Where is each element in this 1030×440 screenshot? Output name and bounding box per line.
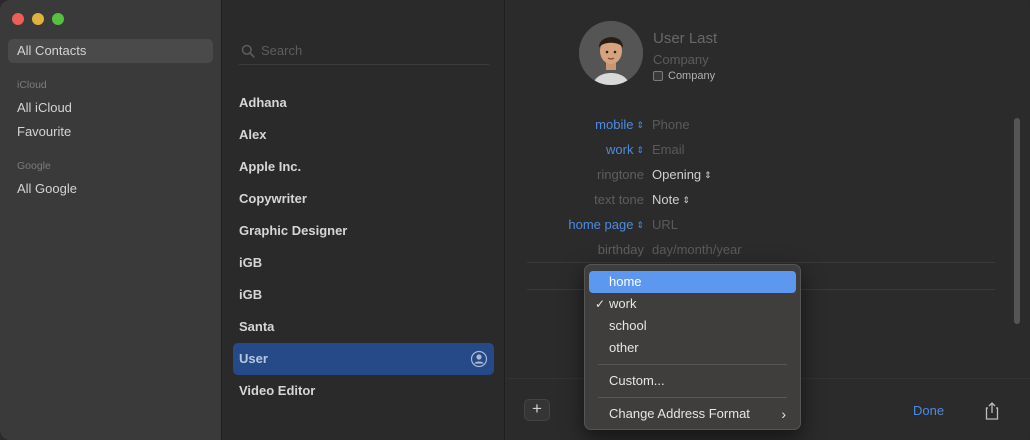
company-field[interactable]: Company	[653, 52, 709, 67]
menu-item-label: school	[609, 318, 647, 333]
sidebar-item-favourite[interactable]: Favourite	[8, 120, 213, 144]
sidebar-group-icloud: iCloud	[17, 79, 47, 91]
done-button[interactable]: Done	[913, 403, 944, 418]
chevron-updown-icon: ⇕	[636, 145, 644, 155]
search-field[interactable]: Search	[239, 38, 489, 65]
menu-item-label: home	[609, 274, 642, 289]
contact-name: User	[239, 351, 268, 366]
contact-item-selected[interactable]: User	[233, 343, 494, 375]
chevron-updown-icon: ⇕	[636, 220, 644, 230]
checkmark-icon: ✓	[595, 297, 606, 311]
field-label-birthday: birthday	[598, 242, 644, 257]
chevron-updown-icon: ⇕	[704, 170, 712, 180]
menu-item-label: Custom...	[609, 373, 665, 388]
field-value-text-tone[interactable]: Note ⇕	[652, 192, 690, 207]
chevron-updown-icon: ⇕	[682, 195, 691, 205]
label-type-menu: home ✓ work school other Custom... Chang…	[584, 264, 801, 430]
sidebar-group-google: Google	[17, 160, 51, 172]
field-value-ringtone[interactable]: Opening ⇕	[652, 167, 712, 182]
company-checkbox-label: Company	[668, 70, 716, 82]
divider	[527, 262, 995, 263]
add-button[interactable]: +	[524, 399, 550, 421]
menu-separator	[598, 364, 787, 365]
submenu-arrow-icon: ›	[781, 406, 786, 422]
menu-item-label: Change Address Format	[609, 406, 750, 421]
contact-list-pane: Search Adhana Alex Apple Inc. Copywriter…	[223, 0, 505, 440]
contact-item[interactable]: Apple Inc.	[233, 151, 494, 183]
sidebar-item-all-icloud[interactable]: All iCloud	[8, 96, 213, 120]
menu-item-other[interactable]: other	[589, 337, 796, 359]
search-icon	[241, 44, 255, 58]
sidebar-item-all-contacts[interactable]: All Contacts	[8, 39, 213, 63]
field-value-text: Note	[652, 192, 680, 207]
field-value-mobile[interactable]: Phone	[652, 117, 690, 132]
me-card-icon	[470, 350, 488, 368]
zoom-window-button[interactable]	[52, 13, 64, 25]
chevron-updown-icon: ⇕	[636, 120, 644, 130]
menu-item-change-address-format[interactable]: Change Address Format ›	[589, 403, 796, 425]
contact-item[interactable]: Graphic Designer	[233, 215, 494, 247]
field-label-text: work	[606, 142, 634, 157]
menu-separator	[598, 397, 787, 398]
field-value-home-page[interactable]: URL	[652, 217, 678, 232]
name-field[interactable]: User Last	[653, 30, 717, 47]
checkbox-box[interactable]	[653, 71, 663, 81]
field-label-text: birthday	[597, 242, 644, 257]
field-label-mobile[interactable]: mobile ⇕	[595, 117, 644, 132]
window-controls	[12, 13, 64, 25]
field-label-ringtone: ringtone	[597, 167, 644, 182]
field-value-text: Email	[652, 142, 685, 157]
menu-item-custom[interactable]: Custom...	[589, 370, 796, 392]
field-value-text: Phone	[652, 117, 690, 132]
close-window-button[interactable]	[12, 13, 24, 25]
company-checkbox[interactable]: Company	[653, 70, 715, 82]
field-value-text: URL	[652, 217, 679, 232]
field-label-text-tone: text tone	[594, 192, 644, 207]
memoji-avatar-icon	[579, 21, 643, 85]
sidebar-item-all-google[interactable]: All Google	[8, 177, 213, 201]
menu-item-label: work	[609, 296, 637, 311]
menu-item-school[interactable]: school	[589, 315, 796, 337]
field-label-text: text tone	[594, 192, 644, 207]
contact-item[interactable]: Adhana	[233, 87, 494, 119]
field-value-birthday[interactable]: day/month/year	[652, 242, 742, 257]
menu-item-label: other	[609, 340, 639, 355]
contact-item[interactable]: Santa	[233, 311, 494, 343]
contact-item[interactable]: iGB	[233, 247, 494, 279]
field-label-text: mobile	[595, 117, 634, 132]
contact-item[interactable]: Video Editor	[233, 375, 494, 407]
contacts-window: All Contacts iCloud All iCloud Favourite…	[0, 0, 1030, 440]
field-value-work[interactable]: Email	[652, 142, 685, 157]
contact-item[interactable]: Copywriter	[233, 183, 494, 215]
search-placeholder: Search	[261, 43, 303, 58]
field-label-text: ringtone	[597, 167, 644, 182]
contact-item[interactable]: Alex	[233, 119, 494, 151]
avatar[interactable]	[579, 21, 643, 85]
field-value-text: Opening	[652, 167, 702, 182]
menu-item-work[interactable]: ✓ work	[589, 293, 796, 315]
sidebar: All Contacts iCloud All iCloud Favourite…	[0, 0, 222, 440]
minimize-window-button[interactable]	[32, 13, 44, 25]
share-icon[interactable]	[984, 401, 1000, 421]
scrollbar[interactable]	[1014, 118, 1020, 324]
field-label-text: home page	[568, 217, 634, 232]
field-label-work[interactable]: work ⇕	[606, 142, 644, 157]
menu-item-home[interactable]: home	[589, 271, 796, 293]
field-value-text: day/month/year	[652, 242, 742, 257]
field-label-home-page[interactable]: home page ⇕	[568, 217, 644, 232]
contact-item[interactable]: iGB	[233, 279, 494, 311]
